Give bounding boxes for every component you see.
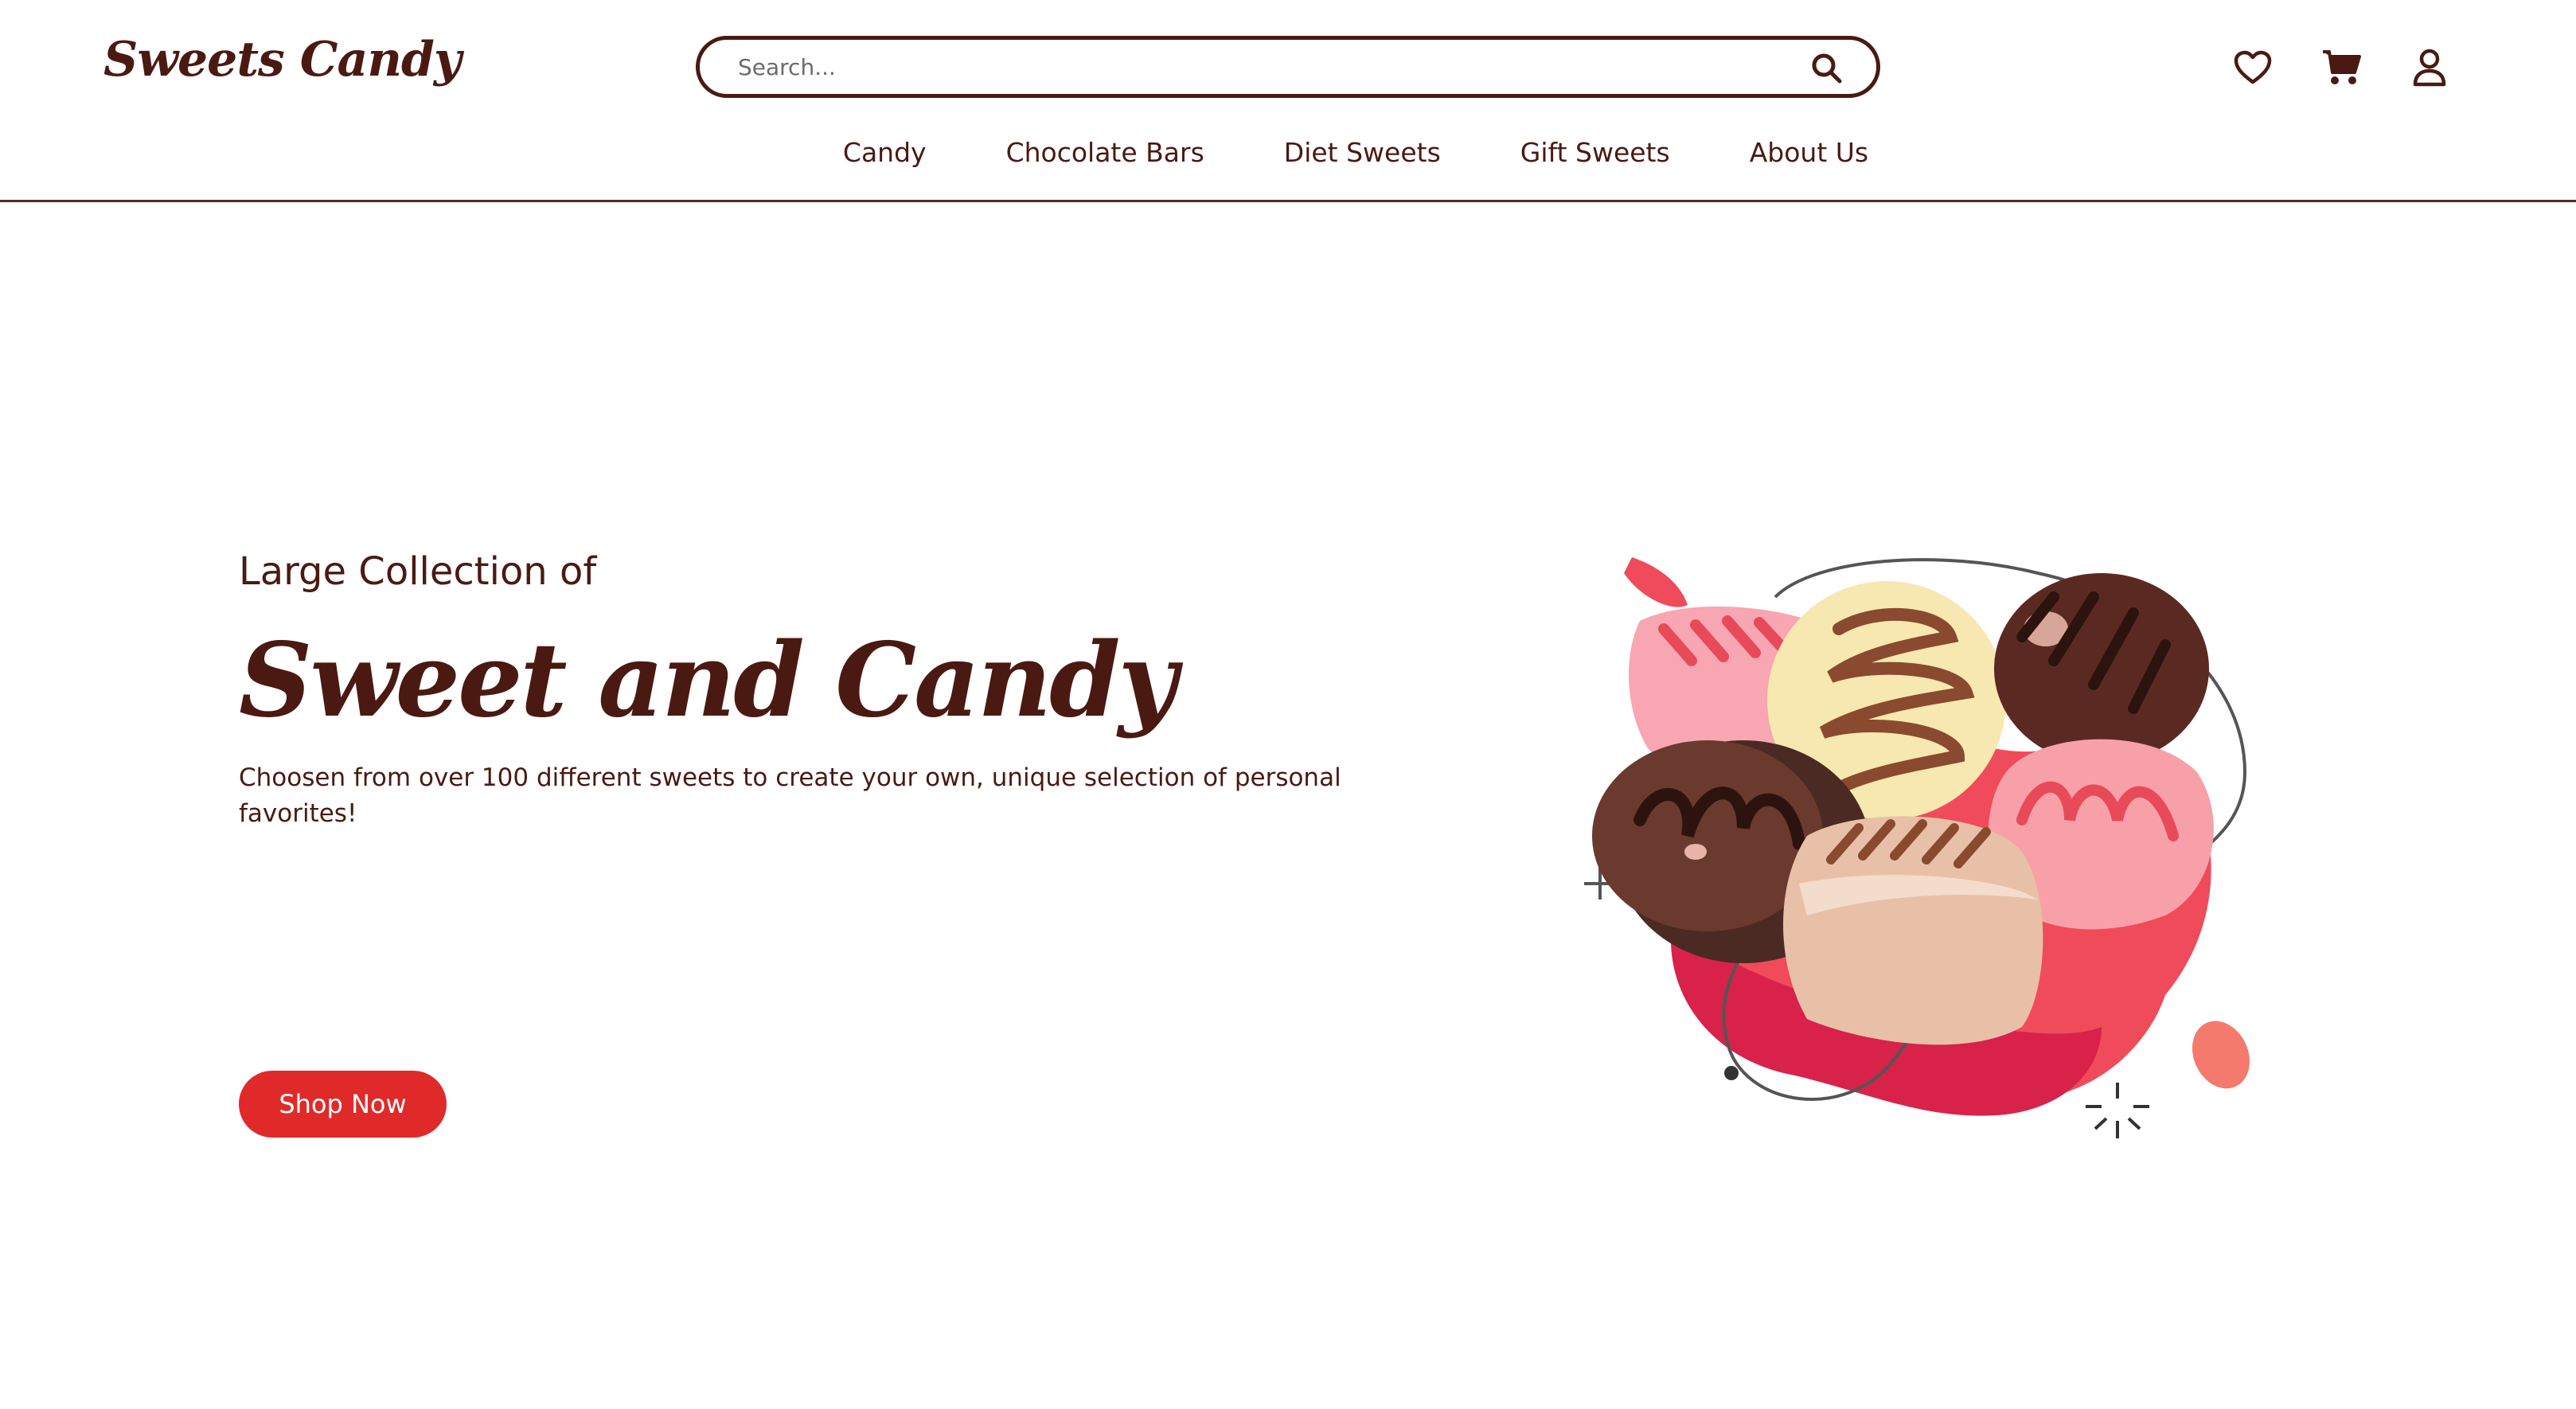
search-icon[interactable] — [1808, 49, 1846, 88]
search-input[interactable] — [738, 49, 1773, 84]
header-icon-group — [2229, 44, 2468, 92]
chocolate-candies-illustration — [1584, 557, 2250, 1138]
heart-icon — [2234, 50, 2272, 84]
wishlist-button[interactable] — [2229, 44, 2277, 92]
nav-item-candy[interactable]: Candy — [843, 129, 927, 177]
search-bar — [696, 36, 1880, 98]
nav-item-diet-sweets[interactable]: Diet Sweets — [1284, 129, 1441, 177]
shop-now-button[interactable]: Shop Now — [239, 1071, 447, 1138]
nav-item-chocolate-bars[interactable]: Chocolate Bars — [1006, 129, 1204, 177]
site-header: Sweets Candy Candy — [0, 0, 2576, 202]
hero-title: Sweet and Candy — [239, 621, 1177, 740]
nav-item-about-us[interactable]: About Us — [1750, 129, 1868, 177]
hero-subtitle: Large Collection of — [239, 549, 597, 594]
account-button[interactable] — [2406, 44, 2453, 92]
main-nav: Candy Chocolate Bars Diet Sweets Gift Sw… — [0, 129, 2576, 177]
cart-icon — [2323, 50, 2361, 84]
nav-item-gift-sweets[interactable]: Gift Sweets — [1520, 129, 1670, 177]
hero-description: Choosen from over 100 different sweets t… — [239, 763, 1341, 828]
cart-button[interactable] — [2318, 44, 2366, 92]
site-logo[interactable]: Sweets Candy — [103, 32, 462, 88]
user-icon — [2413, 49, 2446, 87]
